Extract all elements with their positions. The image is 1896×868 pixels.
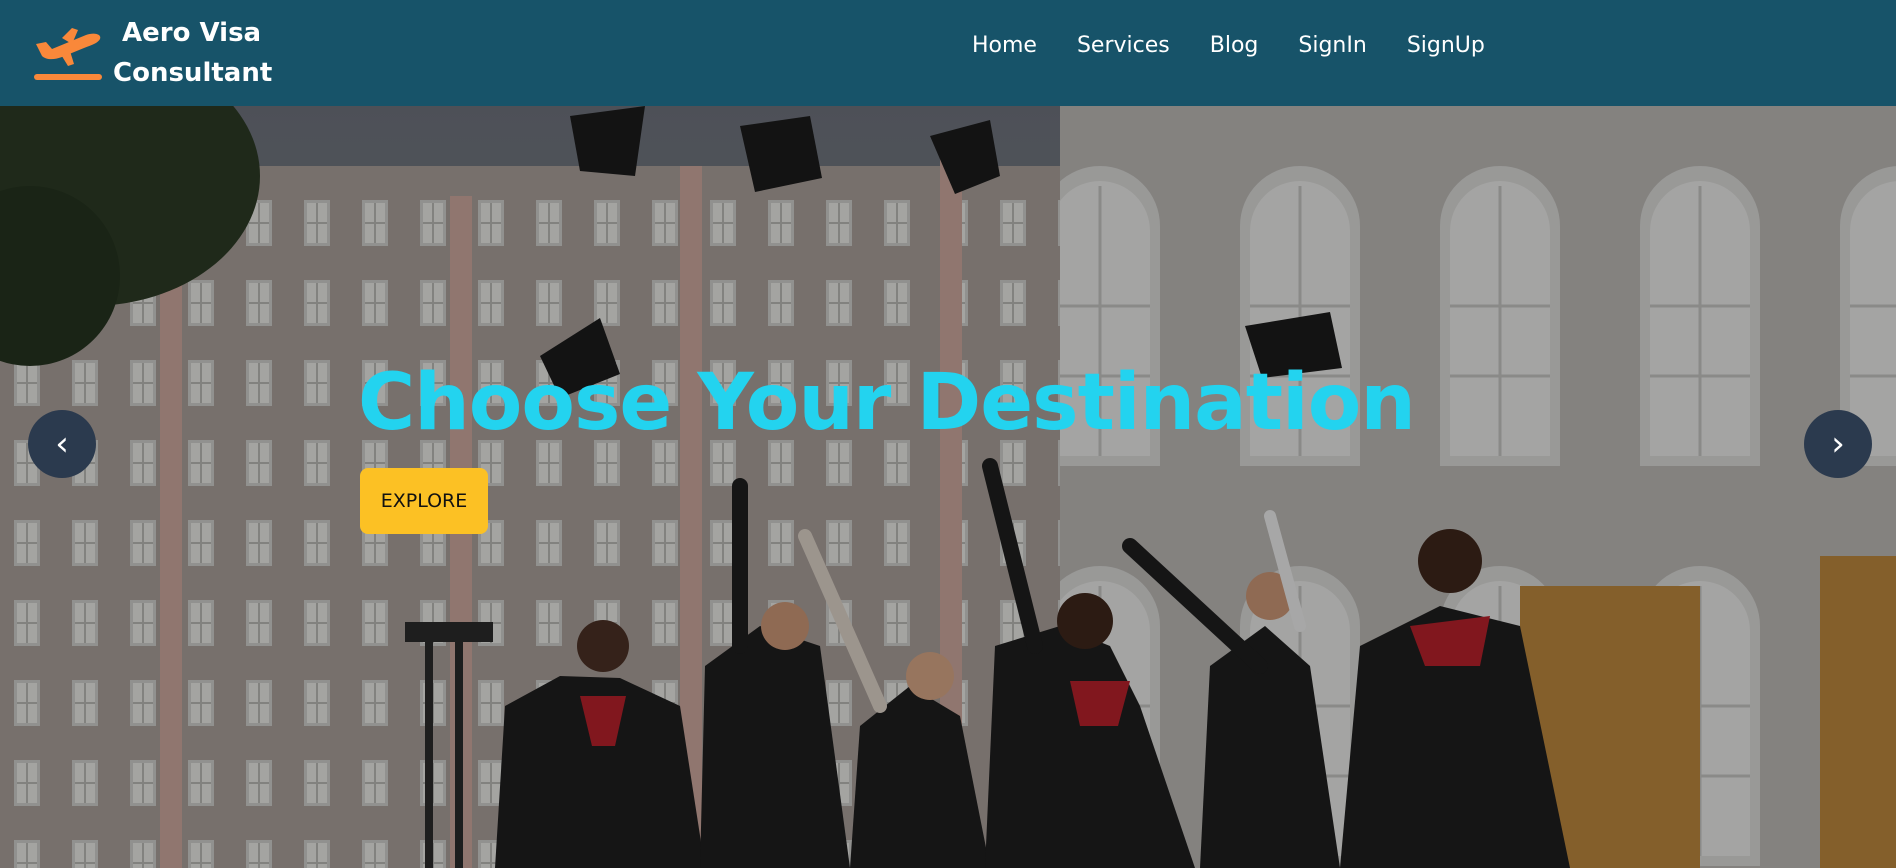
carousel-prev-button[interactable]: ‹ — [28, 410, 96, 478]
main-nav: Home Services Blog SignIn SignUp — [972, 30, 1525, 62]
airplane-takeoff-icon — [34, 28, 102, 80]
brand-name-line1: Aero Visa — [122, 18, 262, 48]
hero-background-image — [0, 106, 1896, 868]
chevron-right-icon: › — [1831, 424, 1845, 464]
explore-button[interactable]: EXPLORE — [360, 468, 488, 534]
nav-link-services[interactable]: Services — [1077, 30, 1170, 62]
brand-name-line2: Consultant — [113, 58, 273, 88]
nav-link-blog[interactable]: Blog — [1210, 30, 1259, 62]
top-navbar: Aero Visa Consultant Home Services Blog … — [0, 0, 1896, 106]
hero-title: Choose Your Destination — [358, 358, 1416, 448]
nav-link-home[interactable]: Home — [972, 30, 1037, 62]
brand-logo-link[interactable]: Aero Visa Consultant — [32, 16, 273, 88]
nav-link-signin[interactable]: SignIn — [1298, 30, 1366, 62]
carousel-next-button[interactable]: › — [1804, 410, 1872, 478]
chevron-left-icon: ‹ — [55, 424, 69, 464]
hero-carousel: Choose Your Destination EXPLORE ‹ › — [0, 106, 1896, 868]
nav-link-signup[interactable]: SignUp — [1407, 30, 1485, 62]
